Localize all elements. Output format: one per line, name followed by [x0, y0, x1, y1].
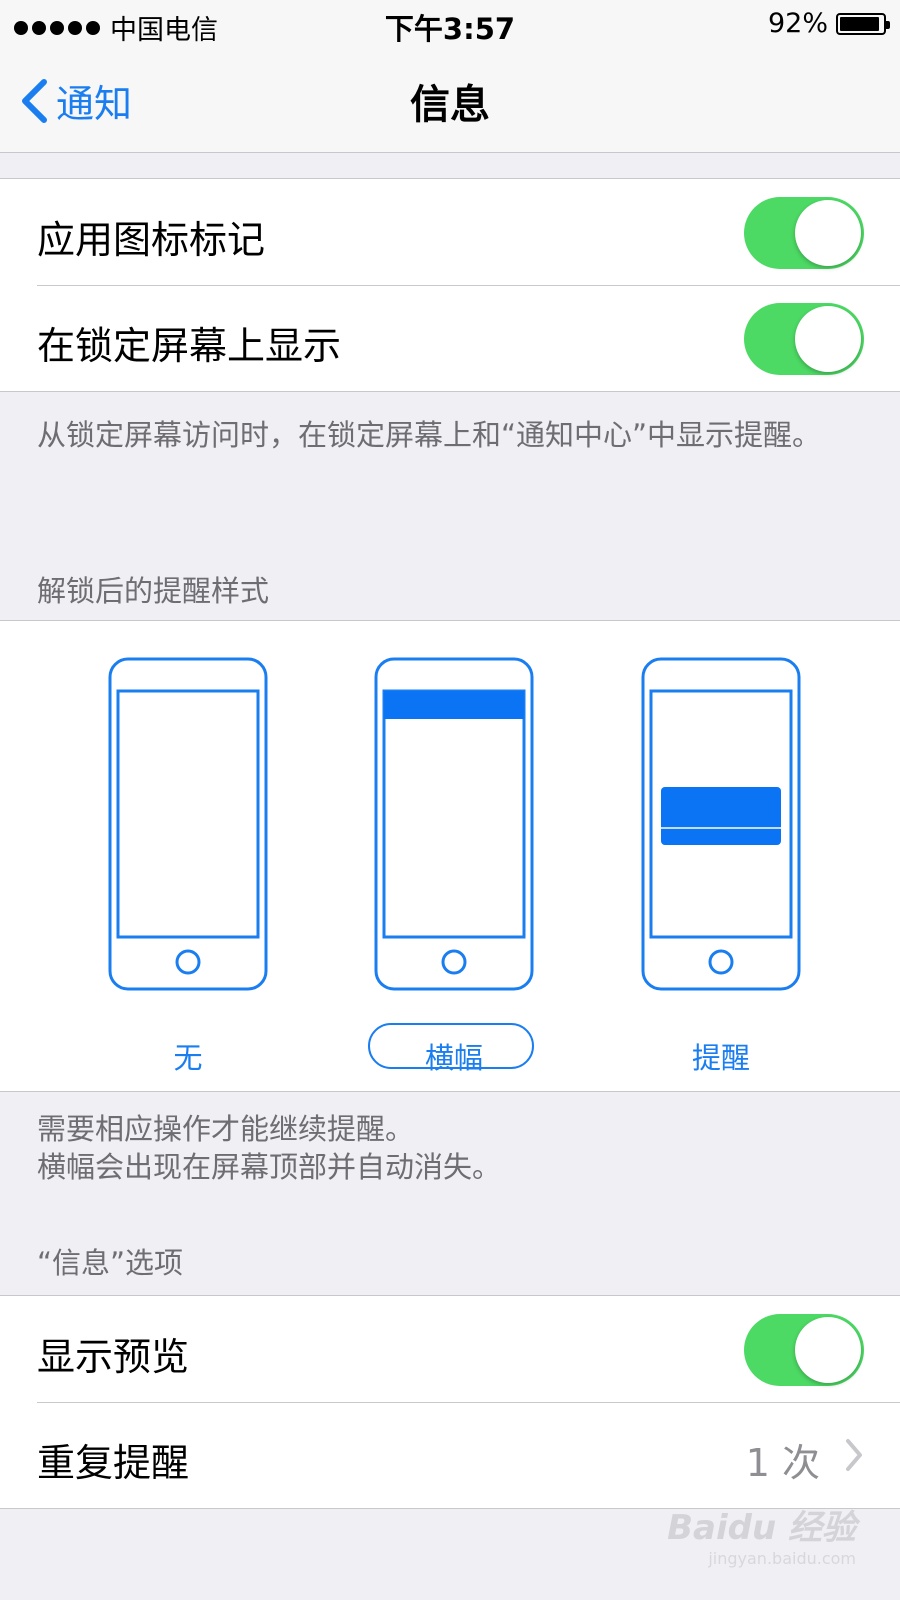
battery-area: 92%	[767, 8, 890, 39]
alert-style-none-label: 无	[173, 1041, 203, 1075]
message-options-header: “信息”选项	[37, 1246, 184, 1280]
phone-none-icon	[108, 657, 268, 991]
chevron-right-icon	[846, 1439, 862, 1471]
alert-style-picker: 无 横幅 提醒	[0, 620, 900, 1092]
alert-style-alert-label: 提醒	[691, 1041, 750, 1075]
phone-banner-icon	[374, 657, 534, 991]
watermark-url: jingyan.baidu.com	[708, 1549, 856, 1568]
clock: 下午3:57	[384, 12, 516, 46]
show-on-lockscreen-toggle[interactable]	[744, 303, 864, 375]
alert-style-footnote: 需要相应操作才能继续提醒。 横幅会出现在屏幕顶部并自动消失。	[37, 1110, 857, 1186]
show-preview-label: 显示预览	[37, 1335, 190, 1379]
battery-percent: 92%	[767, 8, 828, 39]
badge-lockscreen-group: 应用图标标记 在锁定屏幕上显示	[0, 178, 900, 392]
app-badge-row: 应用图标标记	[0, 179, 900, 285]
alert-style-banner-label: 横幅	[424, 1041, 483, 1075]
battery-icon	[836, 12, 890, 35]
show-on-lockscreen-row: 在锁定屏幕上显示	[0, 285, 900, 391]
show-preview-row: 显示预览	[0, 1296, 900, 1402]
app-badge-label: 应用图标标记	[37, 218, 266, 262]
alert-style-banner[interactable]: 横幅	[364, 657, 544, 1077]
app-badge-toggle[interactable]	[744, 197, 864, 269]
page-title: 信息	[410, 82, 490, 128]
lockscreen-footnote: 从锁定屏幕访问时，在锁定屏幕上和“通知中心”中显示提醒。	[37, 418, 822, 452]
status-bar: 中国电信 下午3:57 92%	[0, 0, 900, 48]
show-on-lockscreen-label: 在锁定屏幕上显示	[37, 324, 342, 368]
baidu-logo: Baidu 经验	[667, 1508, 856, 1548]
baidu-watermark: Baidu 经验 jingyan.baidu.com	[667, 1500, 856, 1568]
message-options-group: 显示预览 重复提醒 1 次	[0, 1295, 900, 1509]
navigation-bar: 通知 信息	[0, 48, 900, 153]
phone-alert-icon	[641, 657, 801, 991]
alert-footnote-line2: 横幅会出现在屏幕顶部并自动消失。	[37, 1150, 502, 1184]
show-preview-toggle[interactable]	[744, 1314, 864, 1386]
alert-style-alert[interactable]: 提醒	[631, 657, 811, 1077]
repeat-alerts-value: 1 次	[745, 1441, 820, 1485]
repeat-alerts-label: 重复提醒	[37, 1441, 190, 1485]
repeat-alerts-row[interactable]: 重复提醒 1 次	[0, 1402, 900, 1508]
alert-style-none[interactable]: 无	[98, 657, 278, 1077]
alert-style-header: 解锁后的提醒样式	[37, 574, 270, 608]
alert-footnote-line1: 需要相应操作才能继续提醒。	[37, 1112, 415, 1146]
